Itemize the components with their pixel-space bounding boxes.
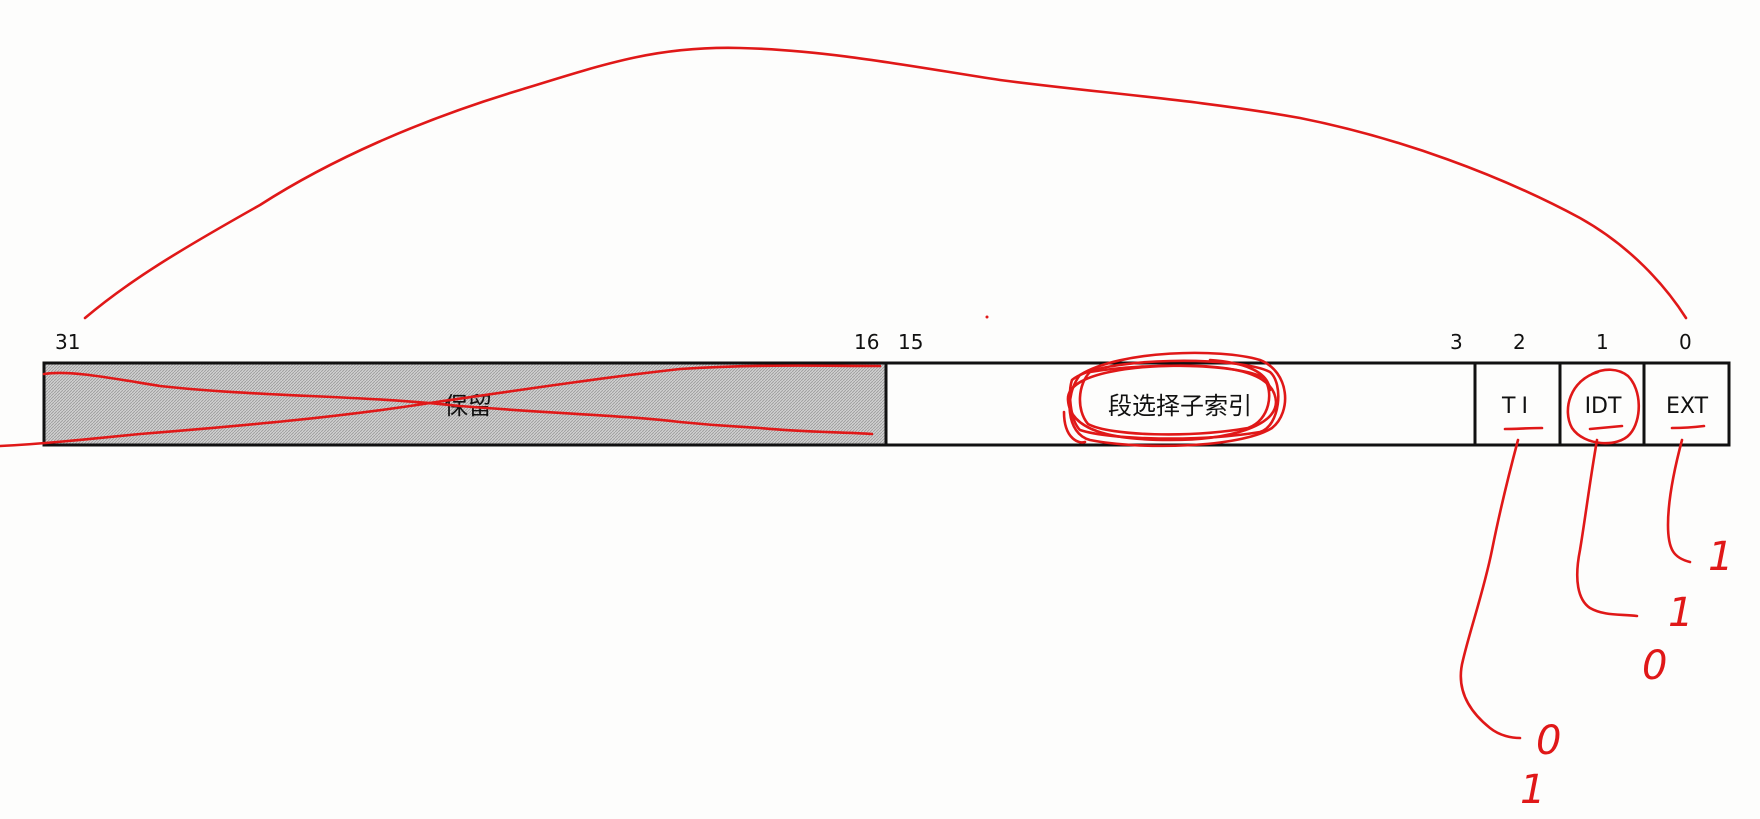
bit-number-15: 15: [898, 330, 923, 354]
ext-value: 1: [1708, 534, 1733, 580]
idt-value-b: 0: [1642, 643, 1667, 689]
bit-number-row: 31 16 15 3 2 1 0: [55, 330, 1692, 354]
ext-label: EXT: [1666, 394, 1709, 419]
ext-leader-line: [1666, 438, 1692, 564]
bit-number-2: 2: [1513, 330, 1526, 354]
bit-number-16: 16: [854, 330, 879, 354]
register-fields: 保留 段选择子索引 TI IDT EXT: [42, 361, 1731, 447]
ti-value-a: 0: [1536, 718, 1561, 764]
ti-underline: [1503, 426, 1544, 431]
bit-number-1: 1: [1596, 330, 1609, 354]
error-code-diagram: 31 16 15 3 2 1 0 保留 段选择子索引 TI IDT EXT 0 …: [0, 46, 1733, 813]
bit-number-31: 31: [55, 330, 80, 354]
bit-number-0: 0: [1679, 330, 1692, 354]
ti-label: TI: [1501, 394, 1534, 419]
idt-label: IDT: [1585, 394, 1622, 419]
stray-ink-dot: [985, 315, 989, 319]
span-arc: [83, 46, 1688, 320]
bit-number-3: 3: [1450, 330, 1463, 354]
idt-value-a: 1: [1668, 590, 1693, 636]
ti-value-b: 1: [1520, 767, 1545, 813]
ti-leader-line: [1459, 438, 1522, 740]
selector-index-label: 段选择子索引: [1108, 392, 1252, 420]
idt-leader-line: [1575, 438, 1639, 618]
